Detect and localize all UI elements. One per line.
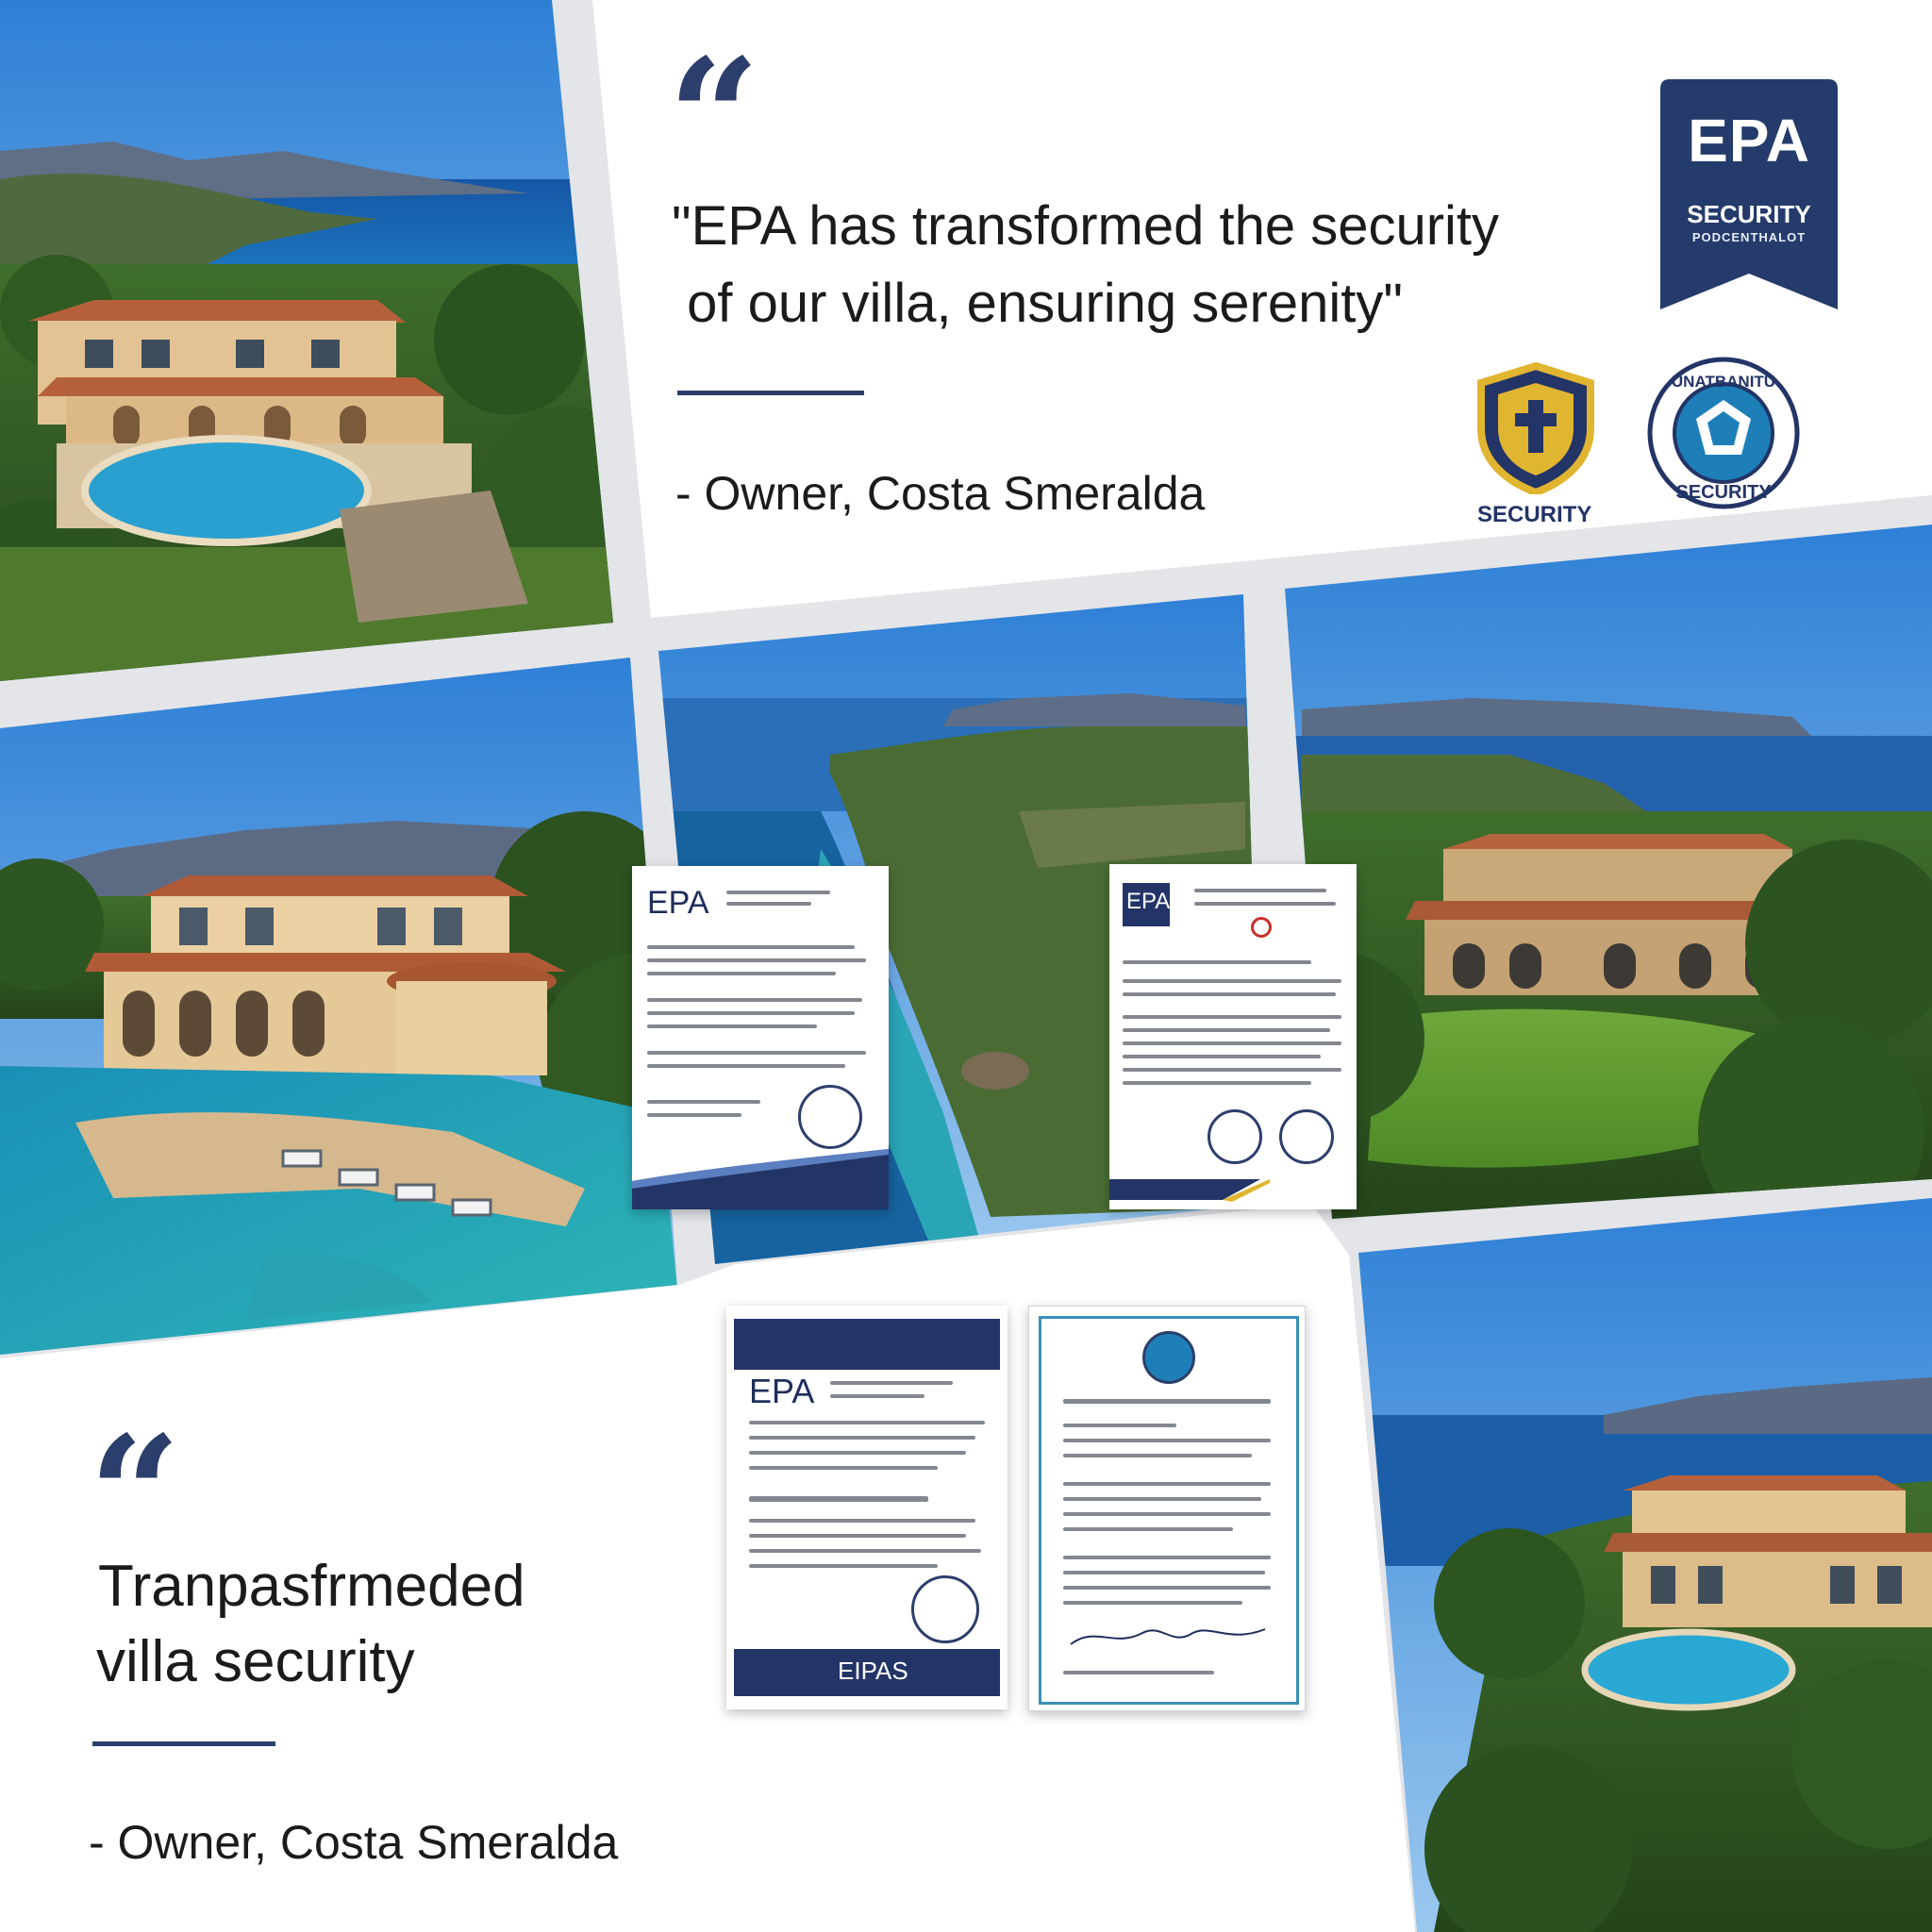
round-seal-bottom-text: SECURITY xyxy=(1675,482,1772,503)
round-seal-icon: UNATBANITU SECURITY xyxy=(1647,357,1800,509)
doc3-logo: EPA xyxy=(749,1372,815,1410)
shield-emblem-label: SECURITY xyxy=(1477,502,1592,527)
attribution-bottom: - Owner, Costa Smeralda xyxy=(89,1816,619,1869)
shield-emblem: SECURITY xyxy=(1474,361,1598,532)
doc1-text-line xyxy=(726,902,811,906)
doc2-text-line xyxy=(1123,1068,1341,1072)
testimonial-top-line2: of our villa, ensuring serenity" xyxy=(672,273,1403,334)
doc4-text-line xyxy=(1063,1586,1271,1590)
doc3-text-line xyxy=(749,1549,981,1553)
badge-security-text: SECURITY xyxy=(1687,200,1811,228)
doc2-text-line xyxy=(1123,992,1336,996)
doc2-text-line xyxy=(1123,960,1311,964)
doc4-text-line xyxy=(1063,1454,1252,1457)
doc3-text-line xyxy=(749,1466,938,1470)
doc4-text-line xyxy=(1063,1571,1265,1574)
doc4-text-line xyxy=(1063,1399,1271,1404)
doc4-text-line xyxy=(1063,1424,1176,1427)
certificate-document-3: EPA EIPAS xyxy=(726,1306,1008,1709)
doc3-text-line xyxy=(749,1519,975,1523)
doc2-footer-band xyxy=(1109,1179,1270,1202)
testimonial-top-line1: "EPA has transformed the security xyxy=(672,195,1500,257)
round-security-emblem: UNATBANITU SECURITY xyxy=(1647,357,1800,509)
doc2-logo: EPA xyxy=(1126,889,1171,914)
doc1-text-line xyxy=(726,891,830,894)
doc4-text-line xyxy=(1063,1482,1271,1486)
doc2-seal-right xyxy=(1279,1109,1334,1164)
doc4-text-line xyxy=(1063,1556,1271,1559)
doc4-text-line xyxy=(1063,1671,1214,1674)
quote-mark-bottom: “ xyxy=(89,1401,181,1590)
doc4-text-line xyxy=(1063,1497,1261,1501)
collage-canvas: “ "EPA has transformed the security of o… xyxy=(0,0,1932,1932)
round-seal-top-text: UNATBANITU xyxy=(1672,373,1775,391)
doc2-text-line xyxy=(1123,1081,1311,1085)
doc1-text-line xyxy=(647,1064,845,1068)
badge-subtitle-text: PODCENTHALOT xyxy=(1691,230,1807,244)
badge-epa-text: EPA xyxy=(1688,107,1810,175)
doc1-text-line xyxy=(647,972,836,975)
doc1-seal xyxy=(798,1085,862,1149)
doc3-text-line xyxy=(749,1534,966,1538)
doc1-footer-wave xyxy=(632,1149,889,1209)
doc1-text-line xyxy=(647,958,866,962)
doc3-text-line xyxy=(830,1394,924,1398)
testimonial-bottom-line2: villa security xyxy=(96,1629,415,1694)
doc4-text-line xyxy=(1063,1527,1233,1531)
epa-security-badge: EPA SECURITY PODCENTHALOT xyxy=(1660,79,1838,309)
doc3-footer-logo: EIPAS xyxy=(838,1657,908,1685)
certificate-document-4 xyxy=(1028,1306,1306,1711)
doc2-text-line xyxy=(1194,902,1336,906)
doc2-text-line xyxy=(1194,889,1326,892)
doc4-top-seal xyxy=(1142,1331,1195,1384)
doc3-text-line xyxy=(749,1564,938,1568)
doc4-text-line xyxy=(1063,1439,1271,1442)
doc3-text-line xyxy=(749,1451,966,1455)
attribution-top: - Owner, Costa Smeralda xyxy=(675,467,1206,520)
doc3-text-line xyxy=(749,1496,928,1502)
doc1-text-line xyxy=(647,1113,741,1117)
doc3-header-band xyxy=(734,1319,1000,1370)
divider-top xyxy=(677,391,864,395)
doc3-text-line xyxy=(749,1421,985,1424)
doc1-text-line xyxy=(647,998,862,1002)
certificate-document-2: EPA xyxy=(1109,864,1357,1209)
doc2-small-seal xyxy=(1251,917,1272,938)
doc1-text-line xyxy=(647,1100,760,1104)
doc1-logo: EPA xyxy=(647,885,709,921)
doc2-seal-left xyxy=(1208,1109,1262,1164)
doc2-text-line xyxy=(1123,979,1341,983)
doc4-text-line xyxy=(1063,1512,1271,1516)
doc2-text-line xyxy=(1123,1015,1341,1019)
divider-bottom xyxy=(92,1741,275,1746)
doc4-signature xyxy=(1070,1628,1266,1645)
doc3-text-line xyxy=(749,1436,975,1440)
doc2-text-line xyxy=(1123,1028,1330,1032)
doc2-text-line xyxy=(1123,1041,1341,1045)
doc3-text-line xyxy=(830,1381,953,1385)
doc1-text-line xyxy=(647,1011,855,1015)
doc3-seal xyxy=(911,1575,979,1643)
shield-icon xyxy=(1477,361,1594,497)
doc4-text-line xyxy=(1063,1601,1242,1605)
certificate-document-1: EPA xyxy=(632,866,889,1209)
doc1-text-line xyxy=(647,1051,866,1055)
doc1-text-line xyxy=(647,945,855,949)
testimonial-bottom-line1: Tranpasfrmeded xyxy=(98,1554,525,1619)
doc2-text-line xyxy=(1123,1055,1321,1058)
doc1-text-line xyxy=(647,1024,817,1028)
quote-mark-top: “ xyxy=(668,24,760,212)
